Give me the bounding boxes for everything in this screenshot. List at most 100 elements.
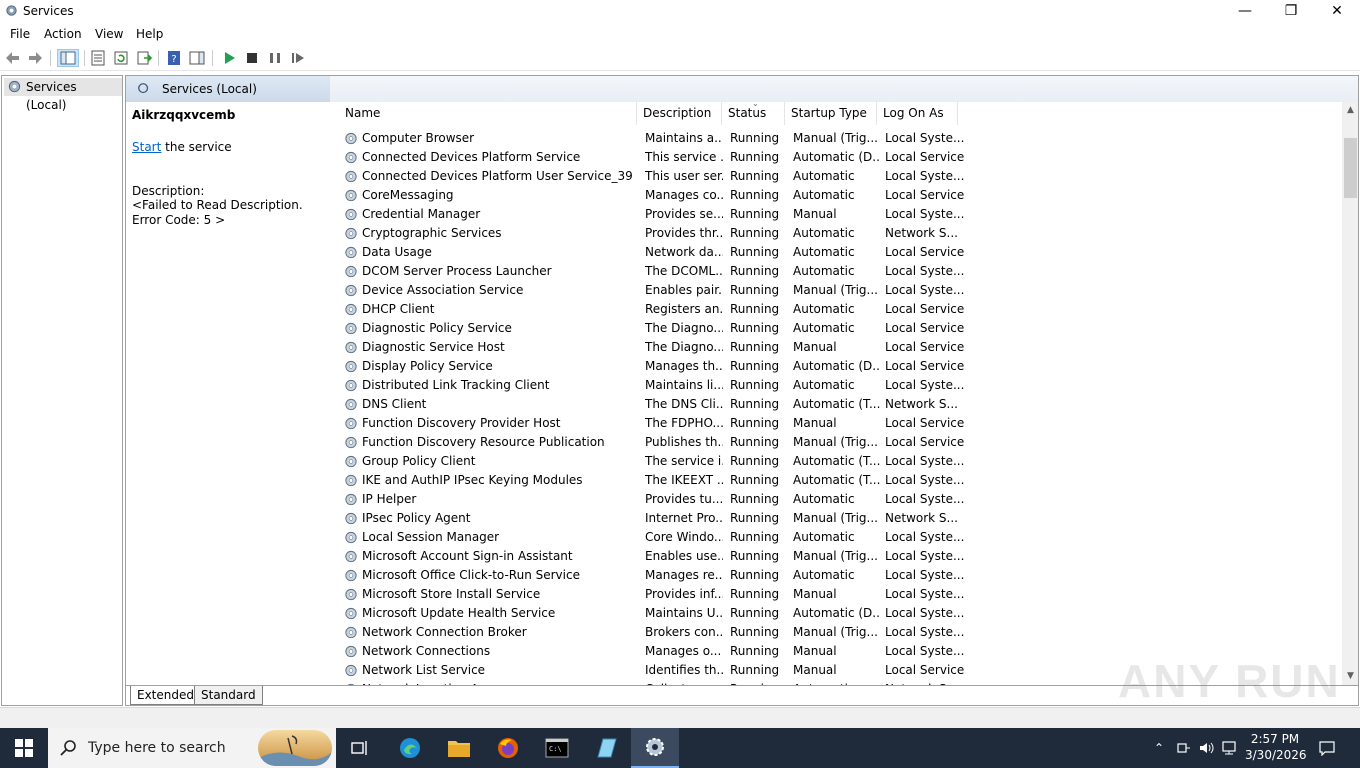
column-header-description[interactable]: Description bbox=[638, 102, 722, 125]
table-row[interactable]: Microsoft Account Sign-in Assistant Enabl… bbox=[340, 547, 1340, 566]
windows-start-button[interactable] bbox=[0, 728, 48, 768]
table-row[interactable]: Diagnostic Service Host The Diagno... Runn… bbox=[340, 338, 1340, 357]
cell-status: Running bbox=[730, 340, 780, 354]
start-service-link[interactable]: Start bbox=[132, 140, 161, 154]
cell-desc: Manages co... bbox=[645, 188, 723, 202]
help-icon[interactable]: ? bbox=[165, 49, 183, 67]
column-header-name[interactable]: Name bbox=[340, 102, 637, 125]
taskbar-search-box[interactable]: Type here to search bbox=[48, 728, 336, 768]
back-arrow-icon[interactable] bbox=[4, 49, 22, 67]
service-gear-icon bbox=[345, 151, 357, 164]
cell-start: Manual (Trig... bbox=[793, 283, 878, 297]
tab-standard[interactable]: Standard bbox=[194, 686, 263, 705]
cell-desc: Registers an... bbox=[645, 302, 723, 316]
cell-start: Automatic (D... bbox=[793, 606, 881, 620]
start-service-icon[interactable] bbox=[220, 49, 238, 67]
services-taskbar-icon[interactable] bbox=[631, 728, 679, 768]
firefox-icon[interactable] bbox=[484, 728, 532, 768]
cell-logon: Local Syste... bbox=[885, 549, 965, 563]
table-row[interactable]: Connected Devices Platform User Service_… bbox=[340, 167, 1340, 186]
menu-file[interactable]: File bbox=[10, 27, 30, 41]
cell-name: Microsoft Update Health Service bbox=[362, 606, 556, 620]
table-row[interactable]: Display Policy Service Manages th... Runni… bbox=[340, 357, 1340, 376]
network-icon[interactable] bbox=[1221, 740, 1237, 756]
cell-desc: Provides tu... bbox=[645, 492, 723, 506]
table-row[interactable]: Cryptographic Services Provides thr... Run… bbox=[340, 224, 1340, 243]
table-row[interactable]: Credential Manager Provides se... Running M… bbox=[340, 205, 1340, 224]
stop-service-icon[interactable] bbox=[243, 49, 261, 67]
tab-extended[interactable]: Extended bbox=[130, 686, 201, 705]
file-explorer-icon[interactable] bbox=[435, 728, 483, 768]
search-placeholder: Type here to search bbox=[88, 740, 226, 756]
menu-view[interactable]: View bbox=[95, 27, 123, 41]
notepad-icon[interactable] bbox=[582, 728, 630, 768]
table-row[interactable]: Function Discovery Resource Publication P… bbox=[340, 433, 1340, 452]
cell-start: Automatic bbox=[793, 264, 855, 278]
table-row[interactable]: DNS Client The DNS Cli... Running Automatic… bbox=[340, 395, 1340, 414]
network-device-icon[interactable] bbox=[1175, 740, 1191, 756]
service-gear-icon bbox=[345, 265, 357, 278]
scroll-thumb[interactable] bbox=[1344, 138, 1357, 198]
table-row[interactable]: Local Session Manager Core Windo... Runnin… bbox=[340, 528, 1340, 547]
table-row[interactable]: Device Association Service Enables pair..… bbox=[340, 281, 1340, 300]
menu-action[interactable]: Action bbox=[44, 27, 82, 41]
restore-button[interactable]: ❐ bbox=[1268, 0, 1314, 23]
table-row[interactable]: DHCP Client Registers an... Running Automat… bbox=[340, 300, 1340, 319]
table-row[interactable]: DCOM Server Process Launcher The DCOML...… bbox=[340, 262, 1340, 281]
cell-logon: Local Syste... bbox=[885, 454, 965, 468]
cell-desc: Manages re... bbox=[645, 568, 723, 582]
minimize-button[interactable]: — bbox=[1222, 0, 1268, 23]
scroll-down-arrow-icon[interactable]: ▼ bbox=[1342, 668, 1358, 685]
services-gear-icon bbox=[8, 80, 21, 93]
table-row[interactable]: Microsoft Store Install Service Provides … bbox=[340, 585, 1340, 604]
table-row[interactable]: Connected Devices Platform Service This s… bbox=[340, 148, 1340, 167]
system-clock[interactable]: 2:57 PM 3/30/2026 bbox=[1245, 731, 1307, 763]
table-row[interactable]: Microsoft Update Health Service Maintains… bbox=[340, 604, 1340, 623]
table-row[interactable]: IKE and AuthIP IPsec Keying Modules The I… bbox=[340, 471, 1340, 490]
service-gear-icon bbox=[345, 341, 357, 354]
cell-logon: Local Syste... bbox=[885, 131, 965, 145]
table-row[interactable]: Function Discovery Provider Host The FDPH… bbox=[340, 414, 1340, 433]
properties-icon[interactable] bbox=[89, 49, 107, 67]
command-prompt-icon[interactable]: C:\ bbox=[533, 728, 581, 768]
scroll-up-arrow-icon[interactable]: ▲ bbox=[1342, 102, 1358, 119]
edge-browser-icon[interactable] bbox=[386, 728, 434, 768]
cell-name: Network Connections bbox=[362, 644, 491, 658]
cell-start: Automatic (D... bbox=[793, 150, 881, 164]
table-row[interactable]: Computer Browser Maintains a... Running Man… bbox=[340, 129, 1340, 148]
table-row[interactable]: Microsoft Office Click-to-Run Service Man… bbox=[340, 566, 1340, 585]
export-list-icon[interactable] bbox=[135, 49, 153, 67]
search-highlight-image bbox=[258, 730, 332, 766]
cell-start: Automatic (D... bbox=[793, 359, 881, 373]
table-row[interactable]: Diagnostic Policy Service The Diagno... Ru… bbox=[340, 319, 1340, 338]
tree-node-services-local[interactable]: Services (Local) bbox=[4, 78, 122, 112]
cell-start: Manual (Trig... bbox=[793, 131, 878, 145]
notifications-icon[interactable] bbox=[1319, 740, 1335, 757]
cell-logon: Local Syste... bbox=[885, 644, 965, 658]
column-header-startup-type[interactable]: Startup Type bbox=[786, 102, 877, 125]
cell-start: Automatic (T... bbox=[793, 473, 881, 487]
table-row[interactable]: IPsec Policy Agent Internet Pro... Running… bbox=[340, 509, 1340, 528]
close-button[interactable]: ✕ bbox=[1314, 0, 1360, 23]
vertical-scrollbar[interactable]: ▲ ▼ bbox=[1342, 102, 1358, 685]
table-row[interactable]: Distributed Link Tracking Client Maintain… bbox=[340, 376, 1340, 395]
show-hide-action-pane-icon[interactable] bbox=[188, 49, 206, 67]
table-row[interactable]: Group Policy Client The service i... Runni… bbox=[340, 452, 1340, 471]
pause-service-icon[interactable] bbox=[266, 49, 284, 67]
column-header-log-on-as[interactable]: Log On As bbox=[878, 102, 958, 125]
task-view-icon[interactable] bbox=[336, 728, 384, 768]
cell-name: Group Policy Client bbox=[362, 454, 476, 468]
refresh-icon[interactable] bbox=[112, 49, 130, 67]
resume-service-icon[interactable] bbox=[289, 49, 307, 67]
service-gear-icon bbox=[345, 132, 357, 145]
menu-help[interactable]: Help bbox=[136, 27, 163, 41]
show-hidden-icons-chevron-icon[interactable]: ⌃ bbox=[1151, 740, 1167, 756]
table-row[interactable]: CoreMessaging Manages co... Running Automat… bbox=[340, 186, 1340, 205]
cell-desc: The DCOML... bbox=[645, 264, 723, 278]
table-row[interactable]: IP Helper Provides tu... Running Automatic L… bbox=[340, 490, 1340, 509]
volume-icon[interactable] bbox=[1198, 740, 1214, 756]
table-row[interactable]: Network Connection Broker Brokers con... R… bbox=[340, 623, 1340, 642]
console-tree-icon[interactable] bbox=[57, 49, 79, 67]
forward-arrow-icon[interactable] bbox=[26, 49, 44, 67]
table-row[interactable]: Data Usage Network da... Running Automatic L… bbox=[340, 243, 1340, 262]
